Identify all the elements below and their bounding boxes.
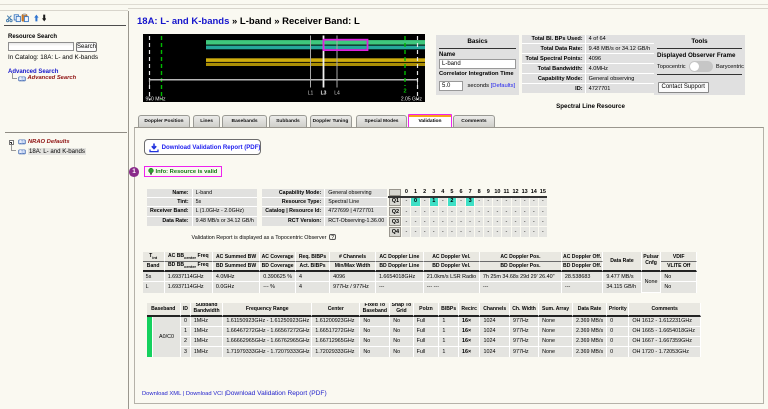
svg-text:2.05 GHz: 2.05 GHz <box>401 97 423 103</box>
svg-text:950 MHz: 950 MHz <box>146 97 167 103</box>
svg-text:L4: L4 <box>334 91 340 97</box>
svg-text:2: 2 <box>403 89 406 95</box>
svg-text:L3: L3 <box>321 91 327 97</box>
svg-text:L1: L1 <box>308 91 314 97</box>
